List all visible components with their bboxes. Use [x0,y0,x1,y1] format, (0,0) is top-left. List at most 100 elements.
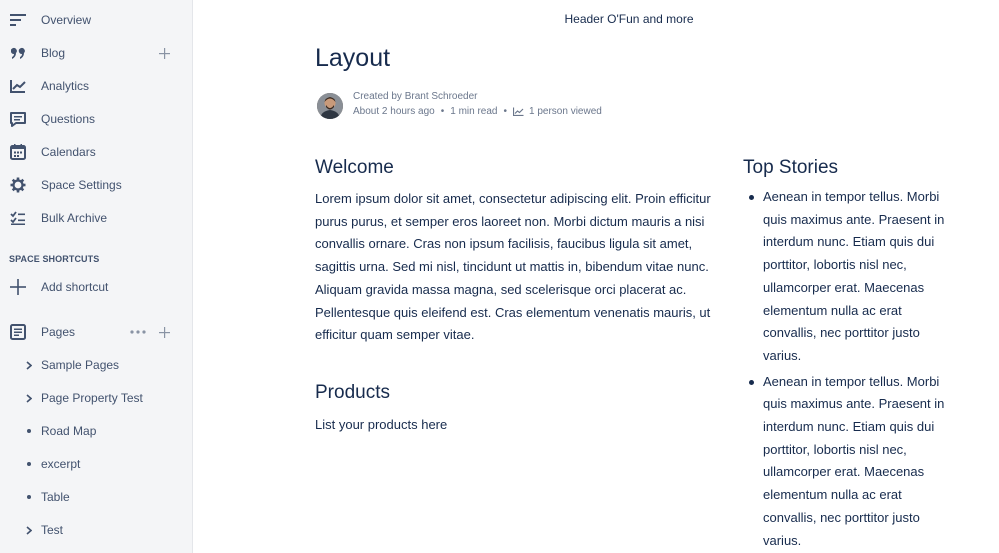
overview-icon [8,10,28,30]
user-avatar-icon [317,93,343,119]
story-line: interdum nunc. Etiam quis dui [763,234,935,250]
meta-separator: • [503,106,508,117]
created-time: About 2 hours ago [353,106,435,117]
sidebar-item-label: Space Settings [41,178,122,192]
top-stories-heading: Top Stories [743,157,839,178]
main-content: Header O'Fun and more Layout Created by … [193,0,999,553]
page-tree-item-road-map[interactable]: Road Map [0,417,192,445]
analytics-icon [513,107,524,116]
welcome-heading: Welcome [315,157,394,178]
analytics-icon [8,76,28,96]
sidebar-item-label: Blog [41,46,66,60]
paragraph-line: efficitur quam semper vitae. [315,327,475,343]
story-line: ullamcorper erat. Maecenas [763,464,925,480]
page-tree-item-test[interactable]: Test [0,516,192,544]
avatar[interactable] [317,93,343,119]
paragraph-line: sagittis urna. Sed mi nisl, tincidunt ut… [315,259,709,275]
chevron-right-icon[interactable] [24,384,34,412]
story-line: ullamcorper erat. Maecenas [763,279,925,295]
space-shortcuts-heading: SPACE SHORTCUTS [9,254,100,264]
more-icon [130,330,146,334]
bullet-dot-icon [24,483,34,511]
top-stories-list: Aenean in tempor tellus. Morbi quis maxi… [749,186,972,553]
page-title: Layout [315,44,391,72]
sidebar-item-label: Overview [41,13,92,27]
page-tree-item-page-property-test[interactable]: Page Property Test [0,384,192,412]
questions-icon [8,109,28,129]
story-line: elementum nulla ac erat [763,487,902,503]
story-line: Aenean in tempor tellus. Morbi [763,189,940,204]
gear-icon [8,175,28,195]
page-tree-item-table[interactable]: Table [0,483,192,511]
page-meta: About 2 hours ago • 1 min read • 1 perso… [353,106,602,117]
plus-icon [158,47,170,59]
page-views[interactable]: 1 person viewed [529,106,602,117]
sidebar-item-label: Analytics [41,79,90,93]
story-line: varius. [763,532,802,548]
page-tree-item-excerpt[interactable]: excerpt [0,450,192,478]
sidebar-item-label: Bulk Archive [41,211,108,225]
chevron-right-icon[interactable] [24,351,34,379]
plus-icon [8,277,28,297]
page-tree-item-sample-pages[interactable]: Sample Pages [0,351,192,379]
page-byline: Created by Brant Schroeder [353,91,478,102]
bullet-dot-icon [24,417,34,445]
sidebar-item-blog[interactable]: Blog [0,38,192,68]
calendar-icon [8,142,28,162]
story-line: interdum nunc. Etiam quis dui [763,419,935,435]
add-shortcut-button[interactable]: Add shortcut [0,272,192,302]
sidebar-item-overview[interactable]: Overview [0,5,192,35]
quote-icon [8,43,28,63]
sidebar-item-bulk-archive[interactable]: Bulk Archive [0,203,192,233]
bullet-dot-icon [749,379,754,385]
add-blog-button[interactable] [156,45,172,61]
pages-more-button[interactable] [129,324,147,340]
add-shortcut-label: Add shortcut [41,280,109,294]
sidebar-item-space-settings[interactable]: Space Settings [0,170,192,200]
welcome-paragraph: Lorem ipsum dolor sit amet, consectetur … [315,188,735,347]
page-header-text: Header O'Fun and more [564,12,694,26]
paragraph-line: Lorem ipsum dolor sit amet, consectetur … [315,191,711,206]
chevron-right-icon[interactable] [24,516,34,544]
list-item: Aenean in tempor tellus. Morbi quis maxi… [749,186,972,368]
story-line: porttitor, lobortis nisl nec, [763,257,907,273]
page-tree-label: Sample Pages [41,358,120,372]
page-tree-label: Page Property Test [41,391,143,405]
page-tree-label: Test [41,523,64,537]
paragraph-line: Aliquam gravida massa magna, sed sceleri… [315,281,687,297]
sidebar-item-pages[interactable]: Pages [0,317,192,347]
story-line: porttitor, lobortis nisl nec, [763,441,907,457]
bullet-dot-icon [24,450,34,478]
archive-checklist-icon [8,208,28,228]
plus-icon [158,326,170,338]
story-line: varius. [763,347,802,363]
meta-separator: • [440,106,445,117]
story-line: convallis, nec porttitor justo [763,509,920,525]
add-page-button[interactable] [156,324,172,340]
story-line: quis maximus ante. Praesent in [763,396,945,412]
app: Overview Blog Analytics Questions Calend… [0,0,999,553]
story-line: quis maximus ante. Praesent in [763,211,945,227]
sidebar-item-calendars[interactable]: Calendars [0,137,192,167]
page-tree-label: excerpt [41,457,81,471]
sidebar-item-analytics[interactable]: Analytics [0,71,192,101]
paragraph-line: purus purus, et semper eros laoreet non.… [315,213,705,229]
sidebar-item-label: Calendars [41,145,96,159]
bullet-dot-icon [749,195,754,200]
list-item: Aenean in tempor tellus. Morbi quis maxi… [749,371,972,553]
page-tree-label: Road Map [41,424,97,438]
products-heading: Products [315,382,390,403]
story-line: Aenean in tempor tellus. Morbi [763,373,940,389]
story-line: elementum nulla ac erat [763,302,902,318]
pages-icon [8,322,28,342]
sidebar-item-label: Pages [41,325,76,339]
sidebar-item-questions[interactable]: Questions [0,104,192,134]
page-tree-label: Table [41,490,70,504]
read-time: 1 min read [450,106,498,117]
sidebar-item-label: Questions [41,112,96,126]
sidebar: Overview Blog Analytics Questions Calend… [0,0,193,553]
paragraph-line: Pellentesque quis eleifend est. Cras ele… [315,304,711,320]
paragraph-line: convallis ornare. Cras non ipsum facilis… [315,236,693,252]
products-text: List your products here [315,417,448,432]
story-line: convallis, nec porttitor justo [763,325,920,341]
